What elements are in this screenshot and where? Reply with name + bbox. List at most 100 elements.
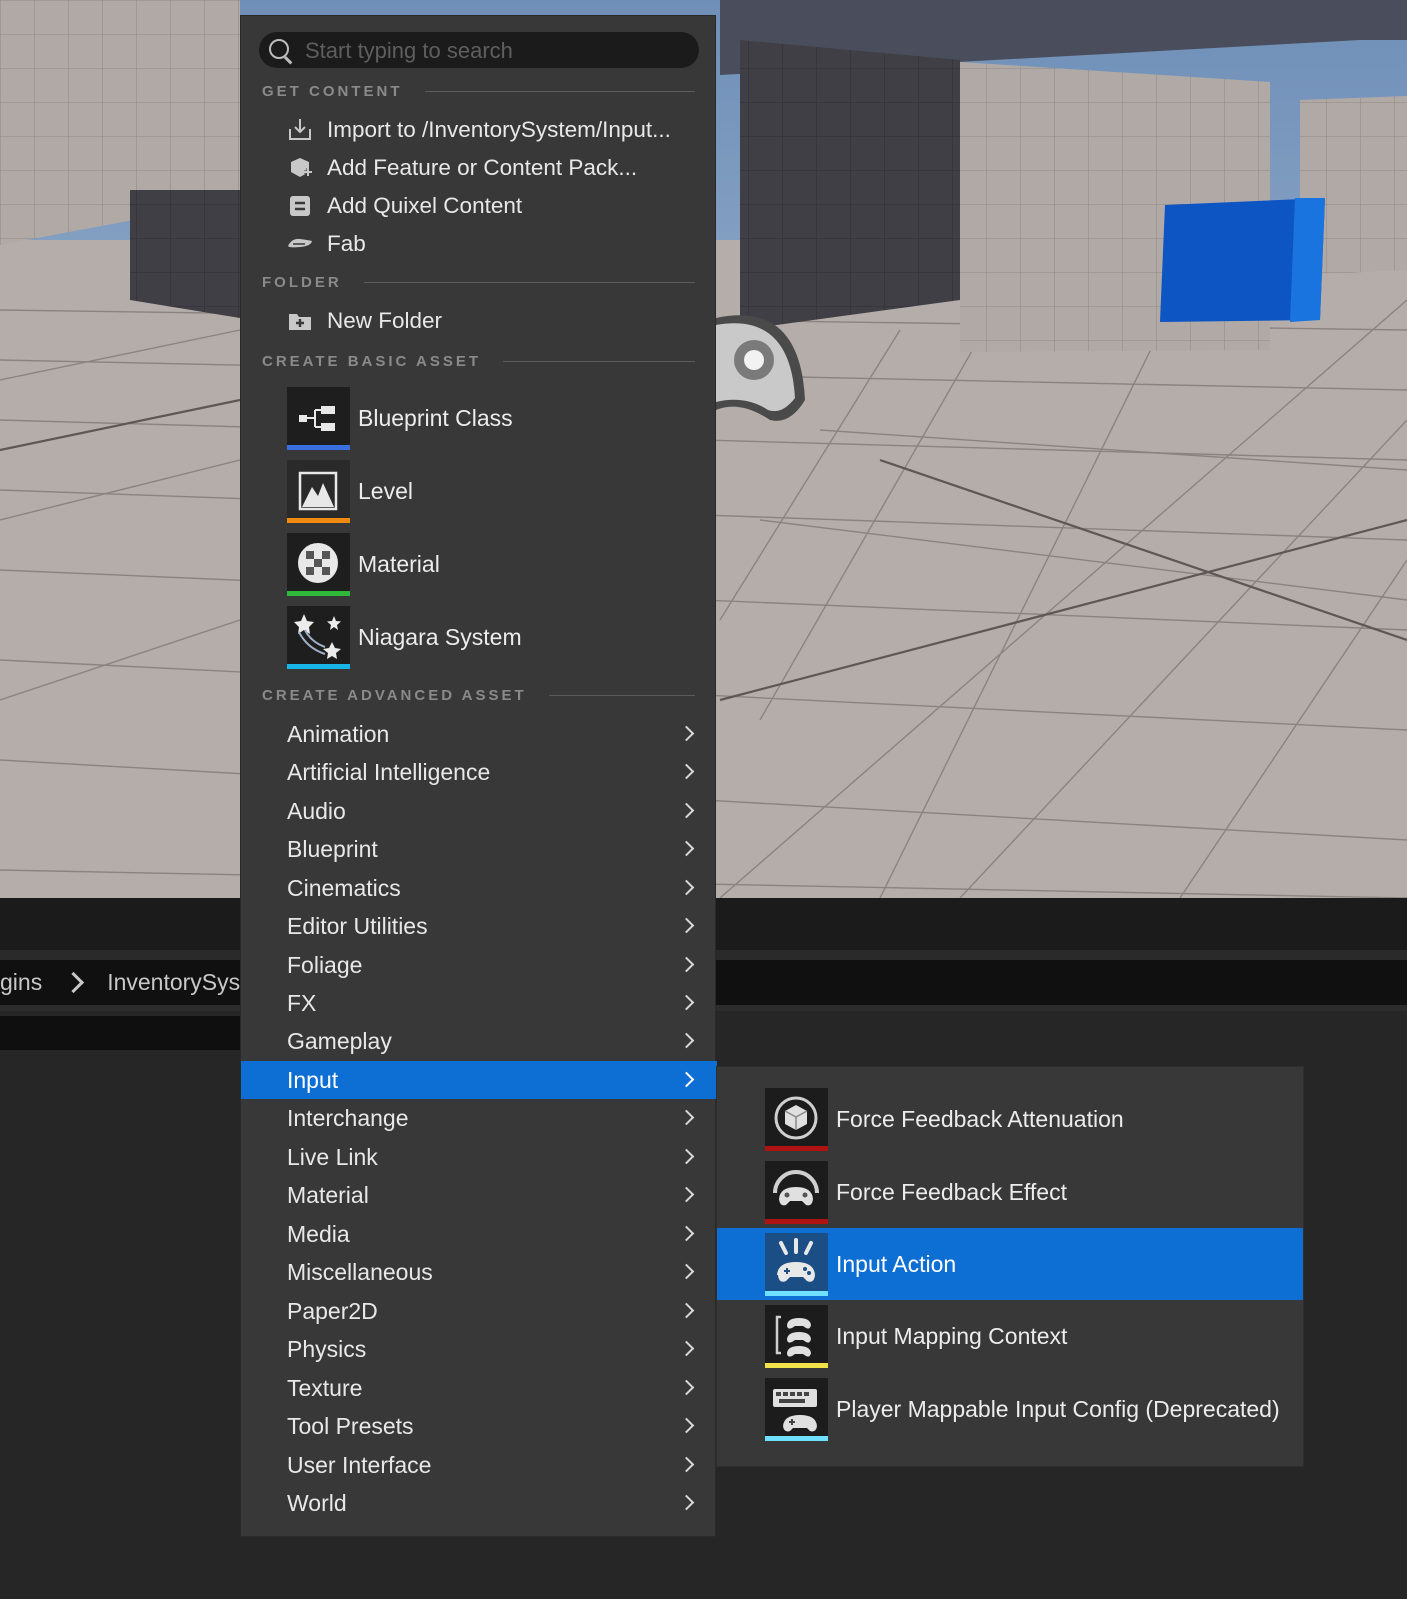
category-label: Physics: [287, 1335, 367, 1362]
category-texture[interactable]: Texture: [241, 1369, 717, 1407]
category-material[interactable]: Material: [241, 1176, 717, 1214]
asset-label: Blueprint Class: [358, 404, 513, 431]
chevron-right-icon: [678, 994, 695, 1011]
chevron-right-icon: [678, 1225, 695, 1242]
menu-item-new-folder[interactable]: New Folder: [287, 303, 442, 339]
submenu-item-player-mappable-input-config[interactable]: Player Mappable Input Config (Deprecated…: [717, 1373, 1303, 1445]
chevron-right-icon: [678, 840, 695, 857]
chevron-right-icon: [678, 725, 695, 742]
category-editor-utilities[interactable]: Editor Utilities: [241, 907, 717, 945]
category-fx[interactable]: FX: [241, 984, 717, 1022]
category-label: Cinematics: [287, 874, 401, 901]
section-get-content: GET CONTENT: [262, 81, 695, 101]
section-divider: [424, 90, 695, 92]
menu-item-label: Fab: [327, 231, 366, 256]
search-input[interactable]: [303, 32, 687, 70]
material-icon: [287, 532, 350, 596]
section-create-basic-asset: CREATE BASIC ASSET: [262, 351, 695, 371]
category-user-interface[interactable]: User Interface: [241, 1446, 717, 1484]
search-icon: [269, 39, 289, 59]
category-label: Tool Presets: [287, 1412, 414, 1439]
asset-niagara-system[interactable]: Niagara System: [287, 605, 707, 669]
chevron-right-icon: [678, 763, 695, 780]
asset-label: Material: [358, 550, 440, 577]
category-world[interactable]: World: [241, 1484, 717, 1522]
asset-color-stripe: [765, 1362, 828, 1368]
category-miscellaneous[interactable]: Miscellaneous: [241, 1253, 717, 1291]
content-pack-icon: [287, 155, 313, 181]
section-label: FOLDER: [262, 273, 342, 291]
submenu-item-label: Force Feedback Attenuation: [836, 1105, 1124, 1132]
category-paper2d[interactable]: Paper2D: [241, 1292, 717, 1330]
chevron-right-icon: [678, 1263, 695, 1280]
menu-item-import[interactable]: Import to /InventorySystem/Input...: [287, 112, 671, 148]
asset-label: Level: [358, 477, 413, 504]
level-icon: [287, 459, 350, 523]
section-label: CREATE BASIC ASSET: [262, 352, 482, 370]
section-divider: [503, 360, 695, 362]
asset-color-stripe: [287, 517, 350, 523]
section-folder: FOLDER: [262, 272, 695, 292]
section-label: GET CONTENT: [262, 82, 403, 100]
asset-level[interactable]: Level: [287, 459, 707, 523]
category-label: Material: [287, 1181, 369, 1208]
menu-item-add-feature-pack[interactable]: Add Feature or Content Pack...: [287, 150, 637, 186]
breadcrumb-item-inventory[interactable]: InventorySyst: [107, 969, 246, 996]
category-foliage[interactable]: Foliage: [241, 946, 717, 984]
breadcrumb-item-plugins[interactable]: gins: [0, 969, 42, 996]
submenu-item-input-mapping-context[interactable]: Input Mapping Context: [717, 1300, 1303, 1372]
category-media[interactable]: Media: [241, 1215, 717, 1253]
category-live-link[interactable]: Live Link: [241, 1138, 717, 1176]
category-gameplay[interactable]: Gameplay: [241, 1022, 717, 1060]
asset-color-stripe: [287, 444, 350, 450]
chevron-right-icon: [678, 1456, 695, 1473]
asset-color-stripe: [765, 1145, 828, 1151]
asset-color-stripe: [765, 1435, 828, 1441]
section-divider: [363, 281, 695, 283]
category-label: Paper2D: [287, 1297, 378, 1324]
submenu-item-label: Force Feedback Effect: [836, 1178, 1067, 1205]
category-label: Interchange: [287, 1104, 409, 1131]
category-cinematics[interactable]: Cinematics: [241, 869, 717, 907]
input-submenu: Force Feedback Attenuation Force Feedbac…: [716, 1066, 1304, 1467]
add-asset-context-menu: GET CONTENT Import to /InventorySystem/I…: [240, 15, 717, 1537]
menu-item-label: Add Quixel Content: [327, 193, 523, 218]
category-label: Artificial Intelligence: [287, 758, 491, 785]
asset-material[interactable]: Material: [287, 532, 707, 596]
category-label: Texture: [287, 1374, 363, 1401]
chevron-right-icon: [678, 879, 695, 896]
category-physics[interactable]: Physics: [241, 1330, 717, 1368]
new-folder-icon: [287, 308, 313, 334]
category-label: User Interface: [287, 1451, 432, 1478]
category-input[interactable]: Input: [241, 1061, 717, 1099]
asset-blueprint-class[interactable]: Blueprint Class: [287, 386, 707, 450]
section-create-advanced-asset: CREATE ADVANCED ASSET: [262, 685, 695, 705]
submenu-item-input-action[interactable]: Input Action: [717, 1228, 1303, 1300]
force-feedback-attenuation-icon: [765, 1087, 828, 1151]
category-audio[interactable]: Audio: [241, 792, 717, 830]
menu-item-label: Import to /InventorySystem/Input...: [327, 117, 671, 142]
submenu-item-force-feedback-effect[interactable]: Force Feedback Effect: [717, 1156, 1303, 1228]
submenu-item-force-feedback-attenuation[interactable]: Force Feedback Attenuation: [717, 1083, 1303, 1155]
chevron-right-icon[interactable]: [63, 971, 85, 993]
chevron-right-icon: [678, 1071, 695, 1088]
chevron-right-icon: [678, 917, 695, 934]
category-label: Editor Utilities: [287, 912, 428, 939]
search-box[interactable]: [259, 32, 699, 70]
category-animation[interactable]: Animation: [241, 715, 717, 753]
category-tool-presets[interactable]: Tool Presets: [241, 1407, 717, 1445]
category-interchange[interactable]: Interchange: [241, 1099, 717, 1137]
submenu-item-label: Input Mapping Context: [836, 1322, 1068, 1349]
menu-item-quixel[interactable]: Add Quixel Content: [287, 188, 522, 224]
menu-item-fab[interactable]: Fab: [287, 226, 366, 262]
blueprint-class-icon: [287, 386, 350, 450]
category-label: Live Link: [287, 1143, 378, 1170]
category-artificial-intelligence[interactable]: Artificial Intelligence: [241, 753, 717, 791]
chevron-right-icon: [678, 1302, 695, 1319]
input-mapping-context-icon: [765, 1304, 828, 1368]
asset-color-stripe: [287, 663, 350, 669]
category-blueprint[interactable]: Blueprint: [241, 830, 717, 868]
menu-item-label: Add Feature or Content Pack...: [327, 155, 638, 180]
fab-icon: [287, 231, 313, 257]
category-label: Blueprint: [287, 835, 378, 862]
